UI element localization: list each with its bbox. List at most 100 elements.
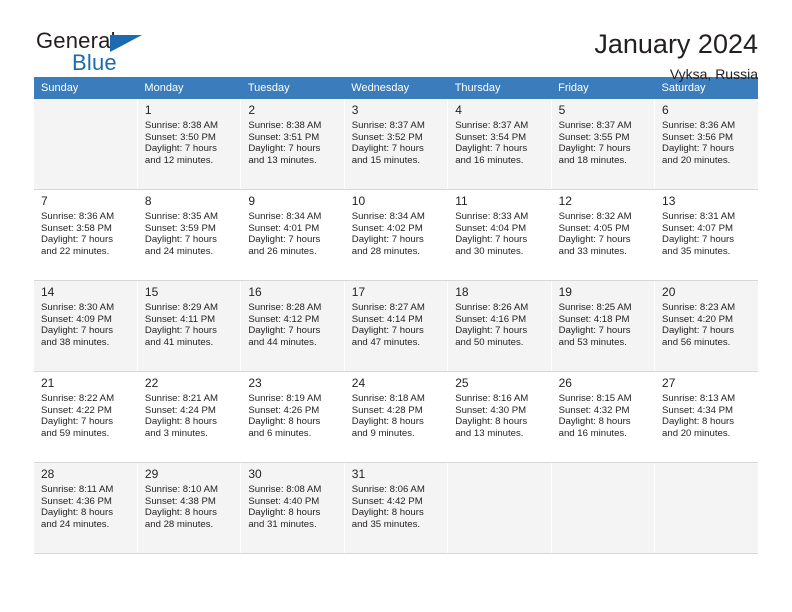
day-info-line: and 18 minutes. [558, 154, 627, 166]
day-info-line: Daylight: 7 hours [41, 234, 113, 246]
day-cell-inner: 2 Sunrise: 8:38 AM Sunset: 3:51 PM Daylight… [241, 99, 343, 189]
day-number: 11 [455, 194, 468, 208]
day-info-line: Sunset: 4:11 PM [144, 313, 216, 325]
day-info-line: Sunset: 4:26 PM [248, 404, 320, 416]
day-info-line: and 50 minutes. [455, 336, 524, 348]
day-info-line: Daylight: 8 hours [144, 507, 217, 519]
day-info-line: Daylight: 7 hours [248, 143, 321, 155]
day-info-line: Sunset: 4:24 PM [144, 404, 216, 416]
calendar-day-cell[interactable]: 16 Sunrise: 8:28 AM Sunset: 4:12 PM Dayligh… [240, 280, 345, 372]
day-info-line: and 31 minutes. [248, 518, 317, 530]
day-number: 21 [41, 376, 55, 390]
calendar-day-cell[interactable]: 26 Sunrise: 8:15 AM Sunset: 4:32 PM Dayligh… [551, 371, 656, 463]
calendar-day-cell[interactable]: 1 Sunrise: 8:38 AM Sunset: 3:50 PM Daylight… [137, 99, 242, 190]
day-info-line: Sunrise: 8:38 AM [248, 120, 322, 131]
day-info-line: Sunrise: 8:35 AM [144, 211, 218, 222]
calendar-day-cell[interactable]: 8 Sunrise: 8:35 AM Sunset: 3:59 PM Daylight… [137, 189, 242, 281]
day-info-line: Sunrise: 8:32 AM [558, 211, 632, 222]
day-info-line: Sunset: 4:16 PM [455, 313, 527, 325]
calendar-day-cell[interactable]: 27 Sunrise: 8:13 AM Sunset: 4:34 PM Dayligh… [654, 371, 758, 463]
calendar-day-cell[interactable]: 23 Sunrise: 8:19 AM Sunset: 4:26 PM Dayligh… [240, 371, 345, 463]
day-info-line: Sunset: 4:42 PM [351, 495, 423, 507]
day-info-line: Daylight: 8 hours [248, 416, 321, 428]
calendar-empty-cell [34, 99, 138, 190]
day-info-line: Daylight: 8 hours [455, 416, 528, 428]
day-number: 16 [248, 285, 262, 299]
day-info-line: Sunrise: 8:37 AM [558, 120, 632, 131]
calendar-day-cell[interactable]: 9 Sunrise: 8:34 AM Sunset: 4:01 PM Daylight… [240, 189, 345, 281]
day-cell-inner: 29 Sunrise: 8:10 AM Sunset: 4:38 PM Dayligh… [138, 463, 240, 553]
calendar-day-cell[interactable]: 2 Sunrise: 8:38 AM Sunset: 3:51 PM Daylight… [240, 99, 345, 190]
day-cell-inner: 11 Sunrise: 8:33 AM Sunset: 4:04 PM Dayligh… [448, 190, 550, 280]
day-number: 10 [351, 194, 366, 208]
calendar-day-cell[interactable]: 15 Sunrise: 8:29 AM Sunset: 4:11 PM Dayligh… [137, 280, 242, 372]
day-sun-info: Sunrise: 8:26 AM Sunset: 4:16 PM Daylight:… [455, 302, 544, 348]
day-info-line: Sunset: 4:32 PM [558, 404, 630, 416]
calendar-day-cell[interactable]: 17 Sunrise: 8:27 AM Sunset: 4:14 PM Dayligh… [344, 280, 449, 372]
calendar-day-cell[interactable]: 6 Sunrise: 8:36 AM Sunset: 3:56 PM Daylight… [654, 99, 758, 190]
calendar-day-cell[interactable]: 19 Sunrise: 8:25 AM Sunset: 4:18 PM Dayligh… [551, 280, 656, 372]
day-info-line: Sunrise: 8:19 AM [248, 393, 322, 404]
day-info-line: Sunset: 4:30 PM [455, 404, 527, 416]
day-info-line: Sunrise: 8:08 AM [248, 484, 322, 495]
day-cell-inner: 12 Sunrise: 8:32 AM Sunset: 4:05 PM Dayligh… [552, 190, 654, 280]
calendar-day-cell[interactable]: 30 Sunrise: 8:08 AM Sunset: 4:40 PM Dayligh… [240, 462, 345, 554]
calendar-day-cell[interactable]: 24 Sunrise: 8:18 AM Sunset: 4:28 PM Dayligh… [344, 371, 449, 463]
day-cell-inner: 30 Sunrise: 8:08 AM Sunset: 4:40 PM Dayligh… [241, 463, 343, 553]
weekday-header-tuesday: Tuesday [240, 77, 345, 99]
day-cell-inner: 1 Sunrise: 8:38 AM Sunset: 3:50 PM Daylight… [138, 99, 240, 189]
calendar-day-cell[interactable]: 10 Sunrise: 8:34 AM Sunset: 4:02 PM Dayligh… [344, 189, 449, 281]
day-cell-inner: 17 Sunrise: 8:27 AM Sunset: 4:14 PM Dayligh… [345, 281, 447, 371]
day-sun-info: Sunrise: 8:08 AM Sunset: 4:40 PM Daylight:… [248, 484, 337, 530]
day-sun-info: Sunrise: 8:37 AM Sunset: 3:52 PM Daylight:… [352, 120, 441, 166]
day-info-line: Sunrise: 8:28 AM [248, 302, 322, 313]
day-info-line: Daylight: 7 hours [558, 234, 631, 246]
day-info-line: and 20 minutes. [662, 427, 731, 439]
day-number: 23 [248, 376, 262, 390]
calendar-day-cell[interactable]: 31 Sunrise: 8:06 AM Sunset: 4:42 PM Dayligh… [344, 462, 449, 554]
calendar-day-cell[interactable]: 18 Sunrise: 8:26 AM Sunset: 4:16 PM Dayligh… [447, 280, 552, 372]
day-number: 18 [455, 285, 469, 299]
day-cell-inner: 3 Sunrise: 8:37 AM Sunset: 3:52 PM Daylight… [345, 99, 447, 189]
day-cell-inner: 26 Sunrise: 8:15 AM Sunset: 4:32 PM Dayligh… [552, 372, 654, 462]
page-title: January 2024 [594, 29, 758, 59]
calendar-day-cell[interactable]: 22 Sunrise: 8:21 AM Sunset: 4:24 PM Dayligh… [137, 371, 242, 463]
calendar-day-cell[interactable]: 28 Sunrise: 8:11 AM Sunset: 4:36 PM Dayligh… [34, 462, 138, 554]
calendar-day-cell[interactable]: 20 Sunrise: 8:23 AM Sunset: 4:20 PM Dayligh… [654, 280, 758, 372]
calendar-day-cell[interactable]: 4 Sunrise: 8:37 AM Sunset: 3:54 PM Daylight… [447, 99, 552, 190]
calendar-day-cell[interactable]: 21 Sunrise: 8:22 AM Sunset: 4:22 PM Dayligh… [34, 371, 138, 463]
calendar-day-cell[interactable]: 29 Sunrise: 8:10 AM Sunset: 4:38 PM Dayligh… [137, 462, 242, 554]
day-number: 22 [144, 376, 159, 390]
calendar-day-cell[interactable]: 11 Sunrise: 8:33 AM Sunset: 4:04 PM Dayligh… [447, 189, 552, 281]
day-cell-inner: 23 Sunrise: 8:19 AM Sunset: 4:26 PM Dayligh… [241, 372, 343, 462]
calendar-day-cell[interactable]: 3 Sunrise: 8:37 AM Sunset: 3:52 PM Daylight… [344, 99, 449, 190]
day-cell-inner: 25 Sunrise: 8:16 AM Sunset: 4:30 PM Dayligh… [448, 372, 550, 462]
calendar-day-cell[interactable]: 14 Sunrise: 8:30 AM Sunset: 4:09 PM Dayligh… [34, 280, 138, 372]
calendar-day-cell[interactable]: 5 Sunrise: 8:37 AM Sunset: 3:55 PM Daylight… [551, 99, 656, 190]
day-info-line: and 3 minutes. [144, 427, 208, 439]
calendar-day-cell[interactable]: 7 Sunrise: 8:36 AM Sunset: 3:58 PM Daylight… [34, 189, 138, 281]
day-info-line: Sunset: 3:55 PM [558, 131, 630, 143]
day-cell-inner: 9 Sunrise: 8:34 AM Sunset: 4:01 PM Daylight… [241, 190, 343, 280]
day-cell-inner: 16 Sunrise: 8:28 AM Sunset: 4:12 PM Dayligh… [241, 281, 343, 371]
day-info-line: Sunset: 4:05 PM [558, 222, 630, 234]
day-info-line: Sunrise: 8:15 AM [558, 393, 632, 404]
day-info-line: Sunset: 4:09 PM [41, 313, 112, 325]
day-info-line: and 26 minutes. [248, 245, 317, 257]
weekday-header-monday: Monday [137, 77, 241, 99]
day-sun-info: Sunrise: 8:15 AM Sunset: 4:32 PM Daylight:… [559, 393, 648, 439]
day-cell-inner: 7 Sunrise: 8:36 AM Sunset: 3:58 PM Daylight… [34, 190, 137, 280]
calendar-day-cell[interactable]: 12 Sunrise: 8:32 AM Sunset: 4:05 PM Dayligh… [551, 189, 656, 281]
calendar-day-cell[interactable]: 25 Sunrise: 8:16 AM Sunset: 4:30 PM Dayligh… [447, 371, 552, 463]
day-cell-inner: 15 Sunrise: 8:29 AM Sunset: 4:11 PM Dayligh… [138, 281, 240, 371]
day-number: 7 [41, 194, 48, 208]
calendar-empty-cell [551, 462, 656, 554]
calendar-day-cell[interactable]: 13 Sunrise: 8:31 AM Sunset: 4:07 PM Dayligh… [654, 189, 758, 281]
day-info-line: Sunset: 4:20 PM [662, 313, 733, 325]
day-info-line: Daylight: 8 hours [558, 416, 631, 428]
day-sun-info: Sunrise: 8:36 AM Sunset: 3:58 PM Daylight:… [41, 211, 131, 257]
day-sun-info: Sunrise: 8:18 AM Sunset: 4:28 PM Daylight:… [352, 393, 441, 439]
day-number: 17 [351, 285, 366, 299]
generalblue-logo[interactable]: General Blue [36, 28, 166, 76]
day-number: 28 [41, 467, 55, 481]
